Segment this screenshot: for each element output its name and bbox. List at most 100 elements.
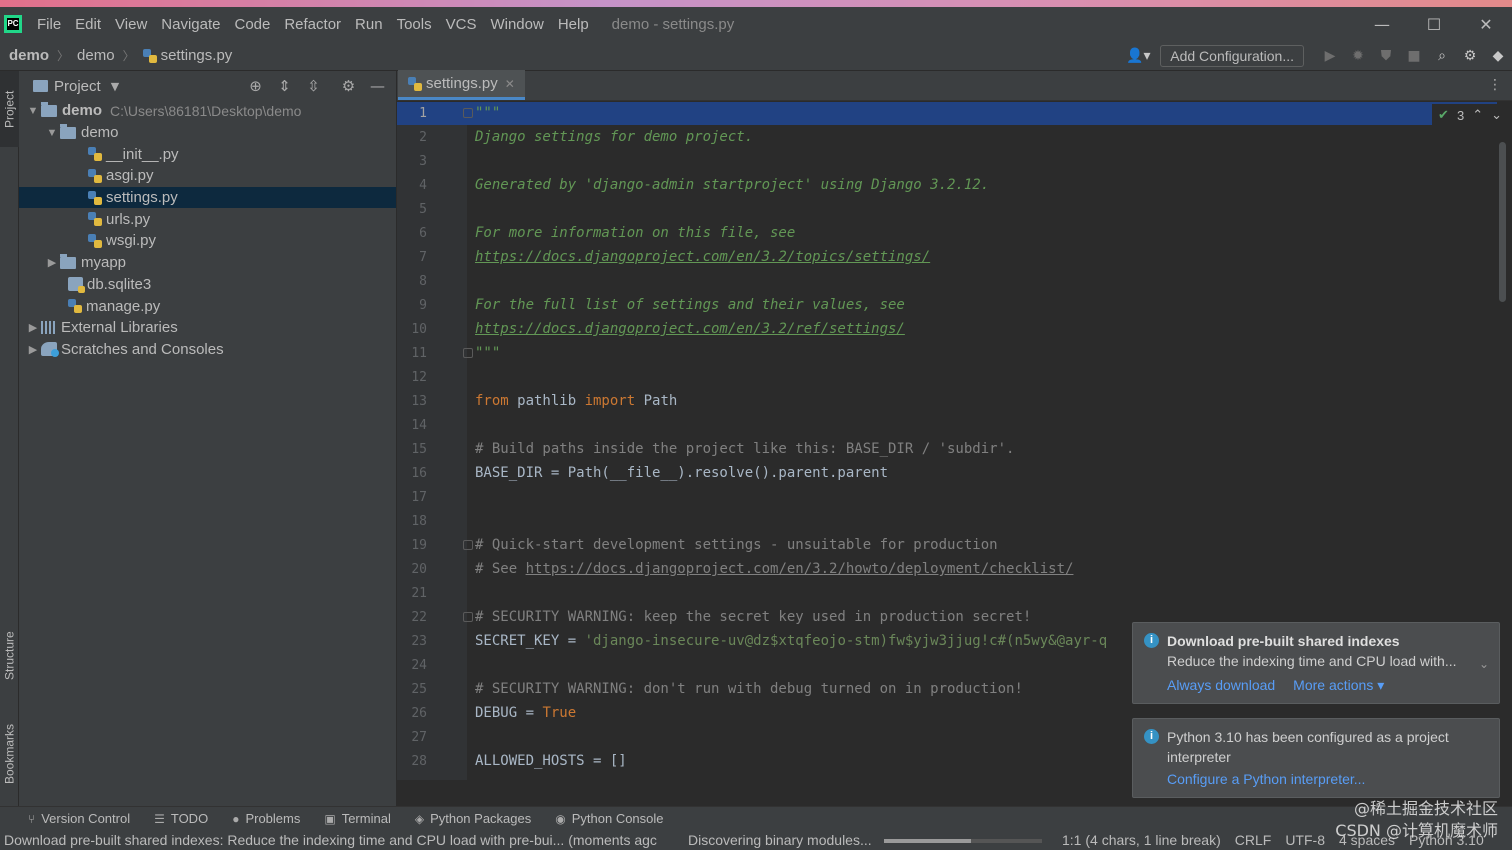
chevron-right-icon[interactable]: ▶ bbox=[25, 321, 41, 334]
more-options-icon[interactable]: ⋮ bbox=[1488, 77, 1502, 93]
python-console-tool[interactable]: ◉ Python Console bbox=[555, 811, 663, 826]
settings-gear-icon[interactable]: ⚙ bbox=[1456, 41, 1484, 71]
code-line[interactable]: 3 bbox=[397, 149, 1497, 173]
tree-node-scratches[interactable]: ▶ Scratches and Consoles bbox=[19, 339, 396, 361]
caret-position[interactable]: 1:1 (4 chars, 1 line break) bbox=[1062, 832, 1221, 848]
maximize-icon[interactable]: ☐ bbox=[1408, 7, 1460, 41]
problems-tool[interactable]: ● Problems bbox=[232, 811, 300, 826]
version-control-tool[interactable]: ⑂ Version Control bbox=[28, 811, 130, 826]
tree-node-myapp[interactable]: ▶ myapp bbox=[19, 252, 396, 274]
structure-tool-tab[interactable]: Structure bbox=[0, 616, 19, 696]
code-line[interactable]: 13 from pathlib import Path bbox=[397, 389, 1497, 413]
tree-node-db-sqlite3[interactable]: db.sqlite3 bbox=[19, 274, 396, 296]
fold-marker-icon[interactable] bbox=[463, 612, 473, 622]
close-window-icon[interactable]: ✕ bbox=[1460, 7, 1512, 41]
minimize-icon[interactable]: — bbox=[1356, 7, 1408, 41]
menu-edit[interactable]: Edit bbox=[68, 16, 108, 33]
code-line[interactable]: 21 bbox=[397, 581, 1497, 605]
tree-node-wsgi-py[interactable]: wsgi.py bbox=[19, 230, 396, 252]
chevron-down-icon[interactable]: ⌄ bbox=[1479, 657, 1489, 671]
hide-panel-icon[interactable]: — bbox=[363, 77, 392, 95]
menu-vcs[interactable]: VCS bbox=[439, 16, 484, 33]
code-line[interactable]: 10 https://docs.djangoproject.com/en/3.2/… bbox=[397, 317, 1497, 341]
fold-marker-icon[interactable] bbox=[463, 108, 473, 118]
always-download-link[interactable]: Always download bbox=[1167, 677, 1275, 694]
tree-node-urls-py[interactable]: urls.py bbox=[19, 208, 396, 230]
tree-node-init-py[interactable]: __init__.py bbox=[19, 143, 396, 165]
chevron-up-icon[interactable]: ⌃ bbox=[1472, 107, 1483, 123]
menu-refactor[interactable]: Refactor bbox=[277, 16, 348, 33]
close-tab-icon[interactable]: ✕ bbox=[505, 77, 515, 91]
menu-tools[interactable]: Tools bbox=[390, 16, 439, 33]
breadcrumb-file[interactable]: settings.py bbox=[161, 47, 233, 64]
todo-tool[interactable]: ☰ TODO bbox=[154, 811, 208, 826]
code-line[interactable]: 4 Generated by 'django-admin startproject… bbox=[397, 173, 1497, 197]
code-line[interactable]: 2 Django settings for demo project. bbox=[397, 125, 1497, 149]
code-line[interactable]: 15 # Build paths inside the project like … bbox=[397, 437, 1497, 461]
project-view-selector[interactable]: Project bbox=[54, 78, 101, 95]
chevron-right-icon[interactable]: ▶ bbox=[25, 343, 41, 356]
file-encoding[interactable]: UTF-8 bbox=[1285, 832, 1325, 848]
vertical-scrollbar[interactable] bbox=[1499, 142, 1506, 302]
status-message[interactable]: Download pre-built shared indexes: Reduc… bbox=[4, 832, 668, 848]
tab-settings-py[interactable]: settings.py ✕ bbox=[398, 70, 525, 100]
code-line[interactable]: 20 # See https://docs.djangoproject.com/e… bbox=[397, 557, 1497, 581]
fold-marker-icon[interactable] bbox=[463, 348, 473, 358]
code-line[interactable]: 1 """ bbox=[397, 102, 1497, 125]
stop-icon[interactable]: ■ bbox=[1400, 41, 1428, 71]
menu-file[interactable]: File bbox=[30, 16, 68, 33]
breadcrumb-project[interactable]: demo bbox=[9, 47, 49, 64]
chevron-down-icon[interactable]: ▼ bbox=[44, 127, 60, 139]
menu-code[interactable]: Code bbox=[227, 16, 277, 33]
project-tool-tab[interactable]: Project bbox=[0, 71, 19, 147]
ide-update-icon[interactable]: ◆ bbox=[1484, 41, 1512, 71]
menu-view[interactable]: View bbox=[108, 16, 154, 33]
collapse-all-icon[interactable]: ⇳ bbox=[299, 77, 328, 95]
panel-options-gear-icon[interactable]: ⚙ bbox=[334, 77, 363, 95]
locate-file-icon[interactable]: ⊕ bbox=[241, 77, 270, 95]
coverage-icon[interactable]: ⛊ bbox=[1372, 41, 1400, 71]
chevron-right-icon[interactable]: ▶ bbox=[44, 256, 60, 269]
search-icon[interactable]: ⌕ bbox=[1428, 41, 1456, 71]
tree-node-asgi-py[interactable]: asgi.py bbox=[19, 165, 396, 187]
code-line[interactable]: 9 For the full list of settings and their… bbox=[397, 293, 1497, 317]
menu-run[interactable]: Run bbox=[348, 16, 390, 33]
menu-navigate[interactable]: Navigate bbox=[154, 16, 227, 33]
tree-node-manage-py[interactable]: manage.py bbox=[19, 295, 396, 317]
dropdown-arrow-icon[interactable]: ▼ bbox=[111, 80, 119, 93]
line-separator[interactable]: CRLF bbox=[1235, 832, 1272, 848]
menu-window[interactable]: Window bbox=[483, 16, 550, 33]
terminal-tool[interactable]: ▣ Terminal bbox=[324, 811, 390, 826]
code-line[interactable]: 14 bbox=[397, 413, 1497, 437]
inspection-widget[interactable]: ✔ 3 ⌃ ⌄ bbox=[1432, 104, 1508, 126]
run-icon[interactable]: ▶ bbox=[1316, 41, 1344, 71]
more-actions-link[interactable]: More actions ▾ bbox=[1293, 677, 1384, 694]
user-account-icon[interactable]: 👤▾ bbox=[1124, 41, 1152, 71]
code-line[interactable]: 8 bbox=[397, 269, 1497, 293]
fold-marker-icon[interactable] bbox=[463, 540, 473, 550]
code-line[interactable]: 18 bbox=[397, 509, 1497, 533]
code-line[interactable]: 7 https://docs.djangoproject.com/en/3.2/t… bbox=[397, 245, 1497, 269]
background-task-label[interactable]: Discovering binary modules... bbox=[688, 832, 872, 848]
code-line[interactable]: 17 bbox=[397, 485, 1497, 509]
code-line[interactable]: 16 BASE_DIR = Path(__file__).resolve().pa… bbox=[397, 461, 1497, 485]
code-line[interactable]: 11 """ bbox=[397, 341, 1497, 365]
code-line[interactable]: 12 bbox=[397, 365, 1497, 389]
code-line[interactable]: 5 bbox=[397, 197, 1497, 221]
add-configuration-button[interactable]: Add Configuration... bbox=[1160, 45, 1304, 67]
debug-icon[interactable]: ✹ bbox=[1344, 41, 1372, 71]
tree-node-external-libraries[interactable]: ▶ External Libraries bbox=[19, 317, 396, 339]
breadcrumb-package[interactable]: demo bbox=[77, 47, 115, 64]
tree-node-settings-py[interactable]: settings.py bbox=[19, 186, 396, 209]
code-line[interactable]: 6 For more information on this file, see bbox=[397, 221, 1497, 245]
python-packages-tool[interactable]: ◈ Python Packages bbox=[415, 811, 531, 826]
expand-all-icon[interactable]: ⇕ bbox=[270, 77, 299, 95]
tree-node-demo-root[interactable]: ▼ demo C:\Users\86181\Desktop\demo bbox=[19, 100, 396, 122]
tree-node-demo-package[interactable]: ▼ demo bbox=[19, 122, 396, 144]
menu-help[interactable]: Help bbox=[551, 16, 596, 33]
chevron-down-icon[interactable]: ⌄ bbox=[1491, 107, 1502, 123]
bookmarks-tool-tab[interactable]: Bookmarks bbox=[0, 709, 19, 799]
chevron-down-icon[interactable]: ▼ bbox=[25, 105, 41, 117]
configure-interpreter-link[interactable]: Configure a Python interpreter... bbox=[1167, 771, 1365, 787]
code-line[interactable]: 19 # Quick-start development settings - u… bbox=[397, 533, 1497, 557]
